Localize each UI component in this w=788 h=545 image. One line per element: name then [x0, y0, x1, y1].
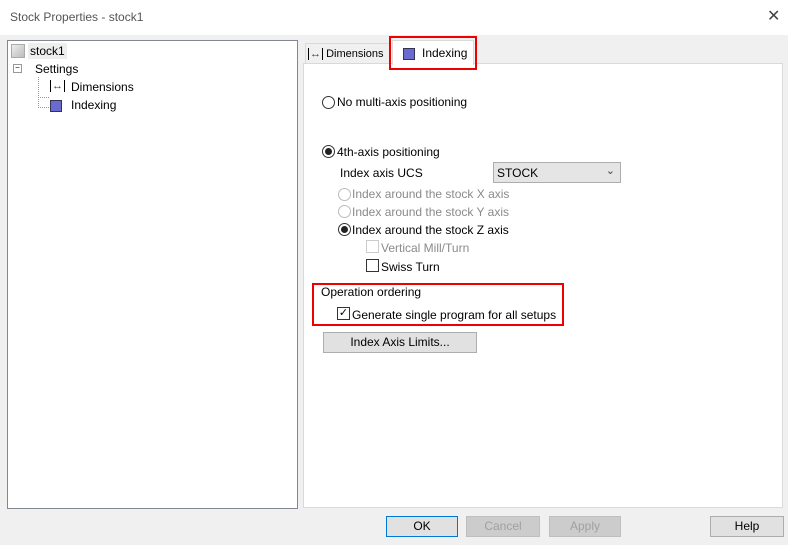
- y-axis-label: Index around the stock Y axis: [352, 205, 509, 219]
- ucs-select[interactable]: STOCK ⌄: [493, 162, 621, 183]
- swiss-turn-checkbox[interactable]: [366, 259, 379, 272]
- apply-button[interactable]: Apply: [549, 516, 621, 537]
- z-axis-label[interactable]: Index around the stock Z axis: [352, 223, 509, 237]
- window-title: Stock Properties - stock1: [10, 10, 144, 24]
- y-axis-radio[interactable]: [338, 205, 351, 218]
- ucs-value: STOCK: [497, 166, 539, 180]
- dimensions-icon: ↔: [50, 80, 65, 92]
- x-axis-radio[interactable]: [338, 188, 351, 201]
- tab-dimensions[interactable]: ↔ Dimensions: [305, 43, 391, 64]
- stock-cube-icon: [11, 44, 25, 58]
- fourth-axis-radio[interactable]: [322, 145, 335, 158]
- help-button[interactable]: Help: [710, 516, 784, 537]
- collapse-icon[interactable]: −: [13, 64, 22, 73]
- tree-item-settings[interactable]: Settings: [35, 62, 78, 76]
- tree-line: [38, 77, 49, 98]
- tab-label: Dimensions: [326, 48, 384, 60]
- swiss-turn-label[interactable]: Swiss Turn: [381, 260, 440, 274]
- tree-item-indexing[interactable]: Indexing: [71, 98, 116, 112]
- x-axis-label: Index around the stock X axis: [352, 187, 510, 201]
- ok-button[interactable]: OK: [386, 516, 458, 537]
- vertical-mill-turn-label: Vertical Mill/Turn: [381, 241, 470, 255]
- tree-line: [38, 97, 49, 108]
- index-axis-limits-button[interactable]: Index Axis Limits...: [323, 332, 477, 353]
- no-multi-axis-radio[interactable]: [322, 96, 335, 109]
- ucs-label: Index axis UCS: [340, 166, 423, 180]
- fourth-axis-label[interactable]: 4th-axis positioning: [337, 145, 440, 159]
- vertical-mill-turn-checkbox[interactable]: [366, 240, 379, 253]
- chevron-down-icon: ⌄: [605, 165, 615, 177]
- dimensions-icon: ↔: [308, 48, 323, 60]
- tree-item-dimensions[interactable]: Dimensions: [71, 80, 134, 94]
- tree-root-stock1[interactable]: stock1: [28, 43, 67, 59]
- indexing-icon: [50, 100, 62, 112]
- cancel-button[interactable]: Cancel: [466, 516, 540, 537]
- settings-tree[interactable]: stock1 − Settings ↔ Dimensions Indexing: [7, 40, 298, 509]
- highlight-box-tab: [389, 36, 477, 70]
- z-axis-radio[interactable]: [338, 223, 351, 236]
- highlight-box-ordering: [312, 283, 564, 326]
- close-icon[interactable]: ✕: [767, 6, 780, 26]
- no-multi-axis-label[interactable]: No multi-axis positioning: [337, 95, 467, 109]
